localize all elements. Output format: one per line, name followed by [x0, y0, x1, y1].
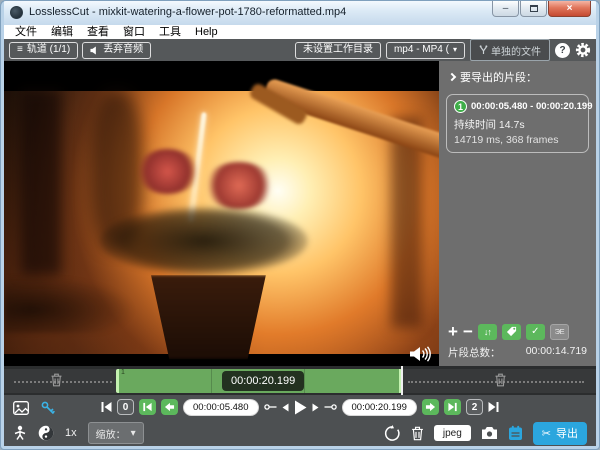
sort-icon: ↓↑ — [484, 327, 491, 337]
segment-end-field[interactable]: 00:00:20.199 — [342, 399, 417, 416]
play-button[interactable] — [294, 400, 307, 415]
leaves — [100, 207, 309, 275]
bottom-bar: 1x 缩放： ▾ jpeg ✂ — [4, 420, 596, 446]
working-dir-button[interactable]: 未设置工作目录 — [295, 42, 381, 59]
segment-range: 00:00:05.480 - 00:00:20.199 — [471, 101, 592, 112]
sort-segments-button[interactable]: ↓↑ — [478, 324, 497, 340]
fork-icon — [479, 45, 488, 55]
segment-mode-icon: ЭЕ — [555, 327, 564, 336]
total-segments-value: 00:00:14.719 — [526, 345, 587, 360]
menu-tools[interactable]: 工具 — [153, 25, 187, 39]
segment-actions: + − ↓↑ ✓ ЭЕ — [439, 323, 596, 340]
jump-file-start-icon[interactable] — [101, 401, 112, 413]
export-button[interactable]: ✂ 导出 — [533, 422, 587, 445]
segment-details: 14719 ms, 368 frames — [454, 134, 581, 146]
app-window: LosslessCut - mixkit-watering-a-flower-p… — [0, 0, 600, 450]
seek-prev-keyframe-button[interactable] — [139, 399, 156, 415]
add-segment-button[interactable]: + — [448, 323, 458, 340]
timeline[interactable]: 1 00:00:20.199 — [4, 366, 596, 395]
flower-pot — [143, 275, 274, 359]
segment-start-field[interactable]: 00:00:05.480 — [183, 399, 258, 416]
prev-frame-icon[interactable] — [282, 403, 289, 412]
volume-icon[interactable] — [409, 345, 431, 363]
close-button[interactable]: × — [548, 1, 591, 17]
segment-card[interactable]: 1 00:00:05.480 - 00:00:20.199 持续时间 14.7s… — [446, 94, 589, 153]
window-title: LosslessCut - mixkit-watering-a-flower-p… — [29, 6, 346, 18]
playback-speed: 1x — [65, 427, 77, 439]
segments-header[interactable]: 要导出的片段： — [439, 61, 596, 89]
menu-bar: 文件 编辑 查看 窗口 工具 Help — [4, 25, 596, 39]
segment-number-badge: 1 — [454, 100, 467, 113]
menu-view[interactable]: 查看 — [81, 25, 115, 39]
check-icon: ✓ — [531, 326, 539, 337]
flower — [204, 162, 274, 209]
jump-zero-button[interactable]: 0 — [117, 399, 134, 415]
trash-icon — [50, 373, 63, 387]
segment-duration: 持续时间 14.7s — [454, 117, 581, 132]
next-frame-icon[interactable] — [312, 403, 319, 412]
menu-file[interactable]: 文件 — [9, 25, 43, 39]
playhead[interactable] — [401, 366, 403, 395]
flower — [135, 149, 200, 194]
chevron-down-icon: ▾ — [131, 428, 136, 439]
timeline-track[interactable]: 1 00:00:20.199 — [4, 369, 596, 393]
screenshot-mode-icon[interactable] — [13, 401, 29, 415]
app-icon — [10, 6, 23, 19]
segment-mode-button[interactable]: ЭЕ — [550, 324, 569, 340]
chevron-right-icon — [448, 73, 456, 81]
label-segment-button[interactable] — [502, 324, 521, 340]
menu-help[interactable]: Help — [189, 25, 224, 39]
timeline-zoom-dropdown[interactable]: 缩放： ▾ — [88, 422, 144, 444]
jump-file-end-icon[interactable] — [488, 401, 499, 413]
title-bar[interactable]: LosslessCut - mixkit-watering-a-flower-p… — [4, 1, 596, 25]
trash-icon — [494, 373, 507, 387]
help-button[interactable]: ? — [555, 43, 570, 58]
key-left-icon[interactable] — [264, 402, 277, 412]
speaker-mute-icon — [90, 46, 99, 55]
toolbar: ≡ 轨道 (1/1) 丢弃音频 未设置工作目录 mp4 - MP4 ( ▾ — [4, 39, 596, 61]
minimize-icon: – — [503, 4, 509, 14]
rotate-icon[interactable] — [384, 425, 401, 442]
transport-bar: 0 00:00:05.480 — [4, 395, 596, 420]
yin-yang-icon[interactable] — [38, 425, 54, 441]
video-preview[interactable] — [4, 61, 439, 366]
close-icon: × — [567, 4, 573, 14]
set-segment-start-button[interactable] — [161, 399, 178, 415]
seek-next-keyframe-button[interactable] — [444, 399, 461, 415]
scissors-icon: ✂ — [542, 427, 551, 440]
segments-panel: 要导出的片段： 1 00:00:05.480 - 00:00:20.199 持续… — [439, 61, 596, 366]
gear-icon[interactable] — [575, 42, 591, 58]
total-segments-label: 片段总数： — [448, 345, 501, 360]
video-frame — [4, 91, 439, 354]
select-segments-button[interactable]: ✓ — [526, 324, 545, 340]
segment-index-label: 1 — [121, 369, 125, 376]
tag-icon — [506, 326, 517, 337]
maximize-icon — [530, 5, 538, 12]
segment-list-icon[interactable] — [508, 425, 523, 441]
hamburger-icon: ≡ — [17, 45, 23, 55]
menu-window[interactable]: 窗口 — [117, 25, 151, 39]
jump-end-button[interactable]: 2 — [466, 399, 483, 415]
chevron-down-icon: ▾ — [453, 46, 457, 54]
discard-audio-button[interactable]: 丢弃音频 — [82, 42, 151, 59]
separate-files-toggle[interactable]: 单独的文件 — [470, 39, 550, 61]
current-time-tooltip: 00:00:20.199 — [222, 371, 304, 391]
capture-format-button[interactable]: jpeg — [434, 425, 471, 441]
menu-edit[interactable]: 编辑 — [45, 25, 79, 39]
remove-segment-button[interactable]: − — [463, 323, 473, 340]
key-right-icon[interactable] — [324, 402, 337, 412]
keyframe-toggle-icon[interactable] — [41, 401, 55, 415]
set-segment-end-button[interactable] — [422, 399, 439, 415]
trash-icon[interactable] — [411, 426, 424, 441]
maximize-button[interactable] — [520, 1, 547, 17]
tracks-button[interactable]: ≡ 轨道 (1/1) — [9, 42, 78, 59]
output-format-dropdown[interactable]: mp4 - MP4 ( ▾ — [386, 42, 465, 59]
camera-icon[interactable] — [481, 426, 498, 440]
minimize-button[interactable]: – — [492, 1, 519, 17]
person-icon[interactable] — [13, 425, 27, 441]
